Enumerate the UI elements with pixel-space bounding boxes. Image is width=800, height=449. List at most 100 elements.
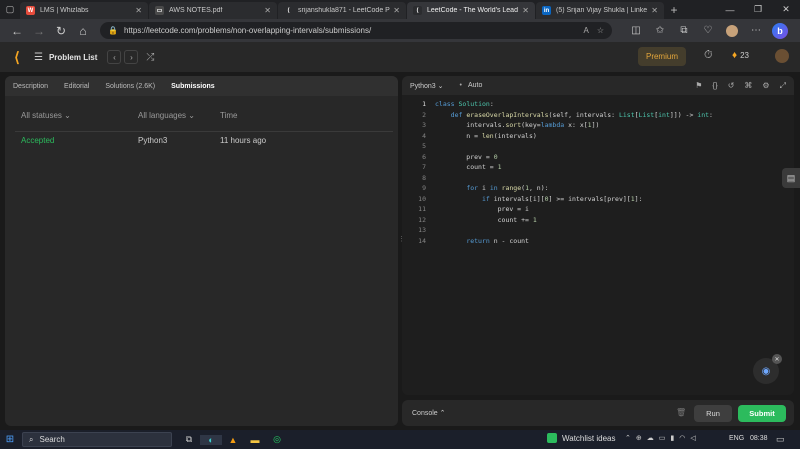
close-tab-icon[interactable]: ✕ [651, 6, 658, 15]
tab-description[interactable]: Description [13, 83, 48, 90]
browser-tab[interactable]: ⟨ srijanshukla871 - LeetCode P ✕ [278, 2, 406, 19]
vlc-icon[interactable]: ▲ [222, 435, 244, 445]
notification-icon[interactable]: ▭ [776, 434, 785, 445]
run-button[interactable]: Run [694, 405, 732, 422]
line-number: 12 [418, 215, 426, 224]
windows-start-icon[interactable]: ⊞ [0, 434, 20, 445]
streak-counter[interactable]: ♦ 23 [732, 50, 749, 61]
submit-button[interactable]: Submit [738, 405, 786, 422]
split-screen-icon[interactable]: ◫ [624, 25, 648, 36]
tab-solutions[interactable]: Solutions (2.6K) [105, 83, 155, 90]
close-icon[interactable]: ✕ [772, 354, 782, 364]
close-tab-icon[interactable]: ✕ [393, 6, 400, 15]
leetcode-icon: ⟨ [284, 6, 293, 15]
code-line: return n - count [466, 236, 529, 245]
braces-icon[interactable]: {} [712, 81, 717, 91]
problem-list-link[interactable]: Problem List [49, 53, 97, 62]
language-indicator[interactable]: ENG [729, 435, 744, 442]
chevron-up-icon: ⌃ [439, 410, 446, 417]
console-bar: Console ⌃ 🗑 Run Submit [402, 400, 794, 426]
profile-avatar[interactable] [720, 24, 744, 37]
language-selector[interactable]: Python3 ⌄ [410, 82, 444, 90]
forward-icon[interactable]: → [28, 24, 50, 38]
browser-tab[interactable]: ⟨ LeetCode - The World's Lead ✕ [407, 2, 535, 19]
address-bar-row: ← → ↻ ⌂ 🔒 https://leetcode.com/problems/… [0, 19, 800, 42]
wifi-icon[interactable]: ◠ [679, 434, 685, 442]
edge-icon[interactable]: ◐ [200, 434, 222, 445]
language-filter[interactable]: All languages ⌄ [138, 111, 195, 120]
close-tab-icon[interactable]: ✕ [135, 6, 142, 15]
tab-strip: W LMS | Whizlabs ✕ ▭ AWS NOTES.pdf ✕ ⟨ srijansh… [20, 0, 665, 19]
close-tab-icon[interactable]: ✕ [522, 6, 529, 15]
network-icon[interactable]: ▭ [659, 434, 666, 442]
code-line: if intervals[i][0] >= intervals[prev][1]… [481, 194, 643, 203]
prev-problem-button[interactable]: ‹ [107, 50, 122, 64]
url-input[interactable]: 🔒 https://leetcode.com/problems/non-over… [100, 22, 612, 39]
watchlist-widget[interactable]: Watchlist ideas [547, 433, 616, 443]
refresh-icon[interactable]: ↻ [50, 24, 72, 38]
timer-icon[interactable]: ⏱ [704, 49, 713, 62]
volume-icon[interactable]: ◁ [690, 434, 695, 442]
submission-status[interactable]: Accepted [21, 136, 54, 145]
premium-button[interactable]: Premium [638, 47, 686, 66]
collections-icon[interactable]: ⧉ [672, 25, 696, 36]
system-clock[interactable]: 08:38 [750, 435, 768, 442]
browser-tab-title: LMS | Whizlabs [40, 7, 89, 14]
favorite-star-icon[interactable]: ☆ [597, 26, 604, 35]
leetcode-header: ⟨ ☰ Problem List ‹ › ⤮ Premium ⏱ ♦ 23 [0, 42, 800, 72]
streak-count: 23 [740, 51, 750, 60]
cloud-icon[interactable]: ☁ [647, 434, 654, 442]
chevron-up-icon[interactable]: ⌃ [625, 434, 631, 442]
submission-time: 11 hours ago [220, 136, 267, 145]
battery-icon[interactable]: ▮ [670, 434, 674, 442]
console-label: Console [412, 410, 438, 417]
maximize-icon[interactable]: ❐ [744, 0, 772, 19]
tab-actions-icon[interactable]: ▢ [0, 0, 20, 19]
taskbar-search-input[interactable]: ⌕ Search [22, 432, 172, 447]
browser-tab[interactable]: W LMS | Whizlabs ✕ [20, 2, 148, 19]
code-line: count += 1 [435, 215, 537, 224]
home-icon[interactable]: ⌂ [72, 24, 94, 38]
table-row[interactable]: Accepted Python3 11 hours ago [5, 136, 398, 152]
file-explorer-icon[interactable]: ▬ [244, 435, 266, 445]
console-toggle[interactable]: Console ⌃ [412, 409, 446, 417]
shuffle-icon[interactable]: ⤮ [146, 52, 154, 63]
copilot-icon[interactable]: ⊕ [636, 434, 642, 442]
tab-editorial[interactable]: Editorial [64, 83, 89, 90]
editor-toolbar: Python3 ⌄ • Auto ⚑ {} ↺ ⌘ ⚙ ⤢ [402, 76, 794, 95]
bing-icon[interactable]: b [768, 22, 792, 39]
tab-submissions[interactable]: Submissions [171, 83, 215, 90]
fullscreen-icon[interactable]: ⤢ [780, 81, 786, 91]
next-problem-button[interactable]: › [124, 50, 139, 64]
browser-tab[interactable]: in (5) Srijan Vijay Shukla | Linke ✕ [536, 2, 664, 19]
read-aloud-icon[interactable]: A [583, 26, 588, 35]
bookmark-icon[interactable]: ⚑ [695, 81, 702, 91]
window-controls: — ❐ ✕ [716, 0, 800, 19]
trash-icon[interactable]: 🗑 [676, 408, 686, 417]
list-icon[interactable]: ☰ [34, 52, 43, 63]
extensions-icon[interactable]: ♡ [696, 25, 720, 36]
task-view-icon[interactable]: ⧉ [178, 434, 200, 445]
back-icon[interactable]: ← [6, 24, 28, 38]
status-filter[interactable]: All statuses ⌄ [21, 111, 71, 120]
leetcode-logo-icon[interactable]: ⟨ [10, 49, 24, 65]
shortcut-icon[interactable]: ⌘ [744, 81, 752, 91]
reset-icon[interactable]: ↺ [728, 81, 735, 91]
close-window-icon[interactable]: ✕ [772, 0, 800, 19]
favorites-icon[interactable]: ✩ [648, 25, 672, 36]
whizlabs-icon: W [26, 6, 35, 15]
auto-mode[interactable]: Auto [468, 82, 482, 89]
submission-language: Python3 [138, 136, 168, 145]
notes-icon[interactable]: ▤ [782, 168, 800, 188]
new-tab-button[interactable]: + [665, 0, 683, 19]
browser-tab[interactable]: ▭ AWS NOTES.pdf ✕ [149, 2, 277, 19]
settings-icon[interactable]: ⚙ [762, 81, 769, 91]
settings-menu-icon[interactable]: ⋯ [744, 25, 768, 36]
whatsapp-icon[interactable]: ◎ [266, 434, 288, 445]
user-avatar[interactable] [775, 49, 789, 63]
chevron-down-icon: ⌄ [188, 111, 195, 120]
line-number: 11 [418, 205, 426, 213]
minimize-icon[interactable]: — [716, 0, 744, 19]
close-tab-icon[interactable]: ✕ [264, 6, 271, 15]
url-text: https://leetcode.com/problems/non-overla… [123, 26, 372, 35]
